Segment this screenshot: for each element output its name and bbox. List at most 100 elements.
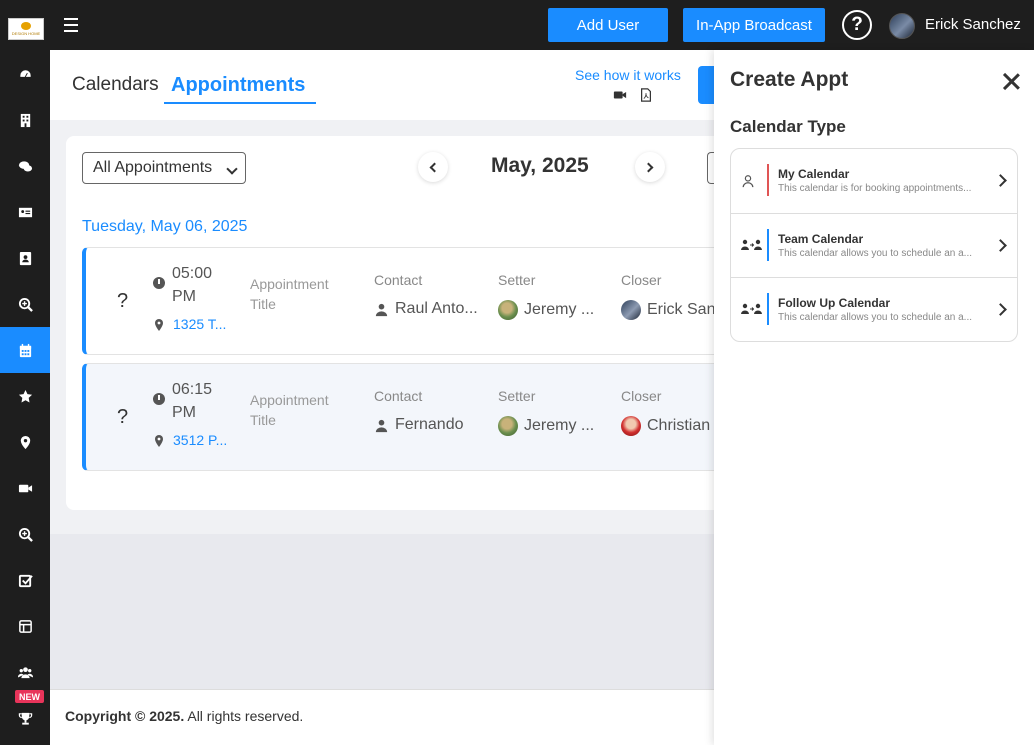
sidebar-item-tasks[interactable] — [0, 557, 50, 603]
copyright-text: Copyright © 2025. All rights reserved. — [65, 708, 303, 724]
building-icon — [20, 113, 30, 127]
see-how-it-works-link[interactable]: See how it works — [575, 67, 681, 83]
tab-calendars[interactable]: Calendars — [72, 74, 159, 96]
contact-label: Contact — [374, 272, 423, 288]
closer-value[interactable]: Erick Sanchez — [621, 300, 714, 320]
appointment-row[interactable]: ? 06:15 PM 3512 P... Appointment Title C… — [82, 363, 714, 471]
copyright-label: Copyright © 2025. — [65, 708, 185, 724]
next-month-button[interactable] — [635, 152, 665, 182]
menu-toggle-icon[interactable] — [64, 18, 78, 32]
team-transfer-icon — [741, 303, 762, 314]
sidebar-item-id-card[interactable] — [0, 189, 50, 235]
previous-month-button[interactable] — [418, 152, 448, 182]
type-color-bar — [767, 164, 769, 196]
appointment-address-link[interactable]: 1325 T... — [173, 316, 226, 332]
type-description: This calendar is for booking appointment… — [778, 183, 972, 194]
in-app-broadcast-button[interactable]: In-App Broadcast — [683, 8, 825, 42]
calendar-type-team-calendar[interactable]: Team Calendar This calendar allows you t… — [731, 214, 1017, 278]
setter-name: Jeremy ... — [524, 417, 595, 434]
dashboard-icon — [18, 68, 32, 78]
panel-title: Create Appt — [730, 68, 849, 91]
closer-value[interactable]: Christian — [621, 416, 710, 436]
create-appointment-panel: Create Appt Calendar Type My Calendar Th… — [714, 50, 1034, 745]
contact-name: Raul Anto... — [395, 300, 478, 317]
type-name: Follow Up Calendar — [778, 296, 891, 310]
trophy-icon — [18, 712, 32, 725]
calendar-type-my-calendar[interactable]: My Calendar This calendar is for booking… — [731, 149, 1017, 214]
type-color-bar — [767, 293, 769, 325]
person-icon — [375, 303, 388, 316]
sidebar-item-contacts[interactable] — [0, 235, 50, 281]
sidebar-item-leaderboard[interactable] — [0, 695, 50, 741]
help-icon[interactable]: ? — [842, 10, 872, 40]
date-heading: Tuesday, May 06, 2025 — [82, 218, 248, 235]
sidebar-item-search-2[interactable] — [0, 511, 50, 557]
appointments-card: All Appointments May, 2025 Tuesday, May … — [66, 136, 714, 510]
user-avatar[interactable] — [889, 13, 915, 39]
chevron-right-icon — [994, 303, 1007, 316]
appointment-filter-select[interactable]: All Appointments — [82, 152, 246, 184]
setter-value[interactable]: Jeremy ... — [498, 416, 594, 436]
close-icon[interactable] — [1002, 72, 1020, 90]
page-header: Calendars Appointments See how it works — [50, 50, 714, 120]
sidebar-item-search[interactable] — [0, 281, 50, 327]
logo-text: DESIGN HOME — [11, 31, 41, 36]
checkbox-icon — [18, 574, 33, 587]
video-camera-icon[interactable] — [613, 88, 627, 102]
appointment-type-icon: ? — [117, 290, 129, 312]
view-toggle-button[interactable] — [707, 152, 714, 184]
sidebar-item-calendar[interactable] — [0, 327, 50, 373]
sidebar-item-dashboard[interactable] — [0, 51, 50, 97]
appointment-address-link[interactable]: 3512 P... — [173, 432, 227, 448]
sidebar-item-users[interactable] — [0, 649, 50, 695]
video-camera-icon — [18, 484, 32, 492]
new-appointment-button[interactable] — [698, 66, 714, 104]
location-pin-icon — [155, 435, 163, 447]
active-tab-underline — [164, 102, 316, 104]
chevron-right-icon — [643, 162, 654, 172]
sidebar-item-favorites[interactable] — [0, 373, 50, 419]
appointment-time: 06:15 PM — [172, 381, 213, 421]
star-icon — [18, 389, 32, 402]
closer-avatar — [621, 416, 641, 436]
setter-value[interactable]: Jeremy ... — [498, 300, 594, 320]
contact-label: Contact — [374, 388, 423, 404]
calendar-type-list: My Calendar This calendar is for booking… — [730, 148, 1018, 342]
pdf-file-icon[interactable] — [639, 88, 653, 102]
type-name: Team Calendar — [778, 231, 864, 246]
sidebar-item-locations[interactable] — [0, 419, 50, 465]
filter-value: All Appointments — [93, 159, 213, 176]
sidebar-item-video[interactable] — [0, 465, 50, 511]
appointment-time: 05:00 PM — [172, 265, 213, 305]
sidebar-item-layout[interactable] — [0, 603, 50, 649]
contact-value[interactable]: Fernando — [374, 416, 464, 434]
id-card-icon — [18, 207, 32, 217]
logo-sun-icon — [21, 22, 31, 30]
company-logo[interactable]: DESIGN HOME — [8, 18, 44, 40]
user-name[interactable]: Erick Sanchez — [925, 16, 1021, 33]
calendar-type-follow-up-calendar[interactable]: Follow Up Calendar This calendar allows … — [731, 278, 1017, 341]
person-icon — [375, 419, 388, 432]
clock-icon — [153, 393, 165, 405]
search-plus-icon — [18, 297, 33, 312]
contact-name: Fernando — [395, 416, 464, 433]
setter-label: Setter — [498, 272, 536, 288]
sidebar: NEW — [0, 50, 50, 745]
clock-icon — [153, 277, 165, 289]
type-name: My Calendar — [778, 167, 850, 181]
add-user-button[interactable]: Add User — [548, 8, 668, 42]
closer-label: Closer — [621, 272, 662, 288]
calendar-icon — [19, 343, 31, 357]
appointment-row[interactable]: ? 05:00 PM 1325 T... Appointment Title C… — [82, 247, 714, 355]
contact-value[interactable]: Raul Anto... — [374, 300, 478, 318]
calendar-type-heading: Calendar Type — [730, 117, 846, 136]
type-color-bar — [767, 228, 769, 261]
footer: Copyright © 2025. All rights reserved. — [50, 689, 714, 745]
tab-appointments[interactable]: Appointments — [171, 74, 305, 97]
sidebar-item-chat[interactable] — [0, 143, 50, 189]
closer-name: Christian — [647, 417, 711, 434]
sidebar-item-building[interactable] — [0, 97, 50, 143]
setter-name: Jeremy ... — [524, 301, 595, 318]
setter-avatar — [498, 300, 518, 320]
chat-icon — [18, 160, 32, 171]
